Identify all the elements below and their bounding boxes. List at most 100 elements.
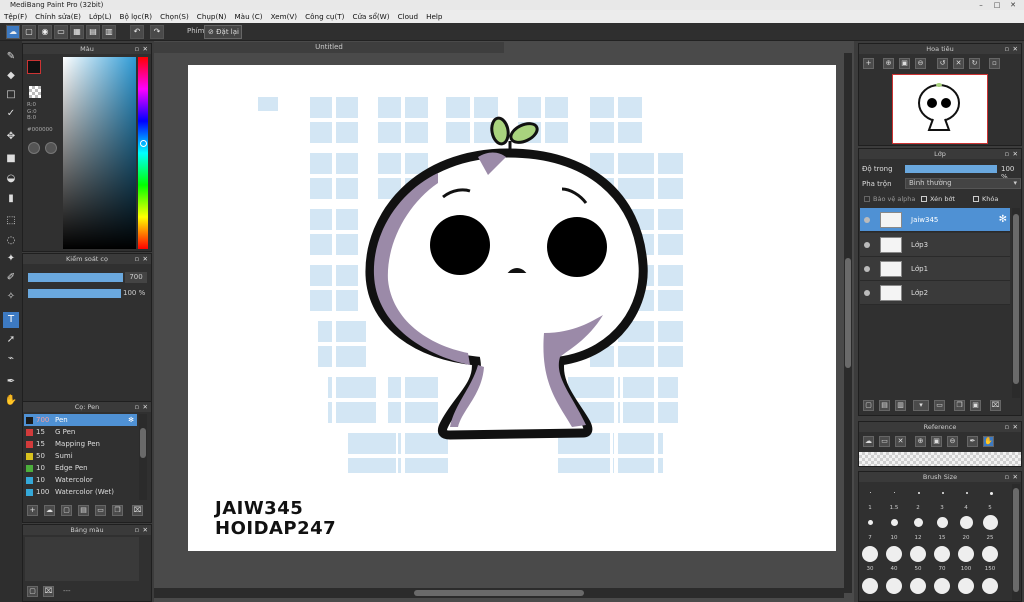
fill-rect-icon[interactable]: ■ xyxy=(3,151,19,167)
brush-size-dot[interactable] xyxy=(886,546,902,562)
zoom-in-2-icon[interactable]: ⊕ xyxy=(883,58,894,69)
open-folder-icon[interactable]: ▭ xyxy=(879,436,890,447)
magic-wand-icon[interactable]: ✦ xyxy=(3,251,19,267)
navigator-preview[interactable] xyxy=(892,74,988,144)
lasso-tool-icon[interactable]: ◌ xyxy=(3,233,19,249)
select-tool-icon[interactable]: ⬚ xyxy=(3,213,19,229)
brush-tool-icon[interactable]: ✎ xyxy=(3,49,19,65)
lock-checkbox[interactable] xyxy=(973,196,979,202)
close-icon[interactable]: ✕ xyxy=(1013,472,1018,482)
grid-2-icon[interactable]: ▤ xyxy=(86,25,100,39)
chat-icon[interactable]: ▭ xyxy=(54,25,68,39)
menu-window[interactable]: Cửa sổ(W) xyxy=(348,10,393,23)
new-layer-icon[interactable]: ▢ xyxy=(863,400,874,411)
brush-item[interactable]: 10 Edge Pen xyxy=(24,462,137,474)
minimize-button[interactable]: – xyxy=(974,0,988,10)
brush-size-dot[interactable] xyxy=(868,520,873,525)
brush-item[interactable]: 15 Mapping Pen xyxy=(24,438,137,450)
canvas-tab[interactable]: Untitled xyxy=(154,42,504,53)
brush-size-dot[interactable] xyxy=(958,578,974,594)
dropper-tool-icon[interactable]: ⌁ xyxy=(3,351,19,367)
popout-icon[interactable]: ▫ xyxy=(135,402,139,412)
color-wheel-icon[interactable] xyxy=(28,142,40,154)
close-icon[interactable]: ✕ xyxy=(1013,149,1018,159)
grid-icon[interactable]: ▦ xyxy=(70,25,84,39)
brush-size-dot[interactable] xyxy=(934,546,950,562)
close-icon[interactable]: ✕ xyxy=(143,254,148,264)
zoom-out-icon[interactable]: ⊖ xyxy=(915,58,926,69)
layer-item-lop1[interactable]: Lớp1 xyxy=(860,257,1010,281)
brush-item[interactable]: 50 Sumi xyxy=(24,450,137,462)
menu-help[interactable]: Help xyxy=(422,10,446,23)
gear-icon[interactable]: ✻ xyxy=(999,214,1007,225)
popout-icon[interactable]: ▫ xyxy=(1005,472,1009,482)
visibility-icon[interactable] xyxy=(864,242,870,248)
brush-size-value[interactable]: 700 xyxy=(125,272,147,283)
foreground-color-swatch[interactable] xyxy=(27,60,41,74)
new-layer-2-icon[interactable]: ▤ xyxy=(879,400,890,411)
select-eraser-icon[interactable]: ✧ xyxy=(3,289,19,305)
palette-swatch-area[interactable] xyxy=(25,537,139,581)
zoom-in-icon[interactable]: + xyxy=(863,58,874,69)
check-tool-icon[interactable]: ✓ xyxy=(3,106,19,122)
operation-tool-icon[interactable]: ➚ xyxy=(3,332,19,348)
brush-list-scrollbar[interactable] xyxy=(139,414,147,500)
visibility-icon[interactable] xyxy=(864,266,870,272)
brush-opacity-slider[interactable] xyxy=(28,289,121,298)
menu-file[interactable]: Tệp(F) xyxy=(0,10,31,23)
brush-size-dot[interactable] xyxy=(958,546,974,562)
trash-icon[interactable]: ⌧ xyxy=(990,400,1001,411)
brush-size-dot[interactable] xyxy=(982,578,998,594)
close-reference-icon[interactable]: ✕ xyxy=(895,436,906,447)
menu-select[interactable]: Chọn(S) xyxy=(156,10,193,23)
cloud-icon[interactable]: ☁ xyxy=(6,25,20,39)
brush-size-slider[interactable] xyxy=(28,273,123,282)
canvas-paper[interactable]: JAIW345 HOIDAP247 xyxy=(188,65,836,551)
brush-size-dot[interactable] xyxy=(910,546,926,562)
brush-size-dot[interactable] xyxy=(934,578,950,594)
fit-icon[interactable]: ▣ xyxy=(899,58,910,69)
new-palette-icon[interactable]: ▢ xyxy=(27,586,38,597)
text-tool-icon[interactable]: T xyxy=(3,312,19,328)
blend-mode-select[interactable]: Bình thường ▾ xyxy=(905,178,1021,189)
popout-icon[interactable]: ▫ xyxy=(1005,149,1009,159)
color-picker-icon[interactable] xyxy=(45,142,57,154)
maximize-button[interactable]: □ xyxy=(990,0,1004,10)
new-brush-icon[interactable]: ▢ xyxy=(61,505,72,516)
hue-slider[interactable] xyxy=(138,57,148,249)
layer-item-jaiw345[interactable]: Jaiw345 ✻ xyxy=(860,208,1010,232)
reset-button[interactable]: ⊘ Đặt lại xyxy=(204,25,242,39)
brush-size-dot[interactable] xyxy=(918,492,920,494)
cloud-brush-icon[interactable]: ☁ xyxy=(44,505,55,516)
layer-item-lop2[interactable]: Lớp2 xyxy=(860,281,1010,305)
brush-item[interactable]: 15 G Pen xyxy=(24,426,137,438)
layer-item-lop3[interactable]: Lớp3 xyxy=(860,233,1010,257)
brush-item[interactable]: 10 Watercolor xyxy=(24,474,137,486)
fit-icon[interactable]: ▣ xyxy=(931,436,942,447)
reset-view-icon[interactable]: ▫ xyxy=(989,58,1000,69)
rotate-left-icon[interactable]: ↺ xyxy=(937,58,948,69)
canvas-horizontal-scrollbar[interactable] xyxy=(154,588,844,598)
brush-item[interactable]: 700 Pen ✻ xyxy=(24,414,137,426)
hand-icon[interactable]: ✋ xyxy=(983,436,994,447)
visibility-icon[interactable] xyxy=(864,217,870,223)
merge-layer-icon[interactable]: ▣ xyxy=(970,400,981,411)
duplicate-icon[interactable]: ❐ xyxy=(112,505,123,516)
rotate-right-icon[interactable]: ↻ xyxy=(969,58,980,69)
menu-snap[interactable]: Chụp(N) xyxy=(193,10,231,23)
brush-size-dot[interactable] xyxy=(910,578,926,594)
comment-icon[interactable]: ◉ xyxy=(38,25,52,39)
zoom-in-icon[interactable]: ⊕ xyxy=(915,436,926,447)
new-layer-3-icon[interactable]: ▥ xyxy=(895,400,906,411)
zoom-out-icon[interactable]: ⊖ xyxy=(947,436,958,447)
folder-icon[interactable]: ▭ xyxy=(95,505,106,516)
brush-size-dot[interactable] xyxy=(937,517,948,528)
move-tool-icon[interactable]: ✥ xyxy=(3,129,19,145)
brush-size-dot[interactable] xyxy=(960,516,973,529)
close-icon[interactable]: ✕ xyxy=(1013,422,1018,432)
brush-item[interactable]: 100 Watercolor (Wet) xyxy=(24,486,137,498)
menu-color[interactable]: Màu (C) xyxy=(230,10,266,23)
popout-icon[interactable]: ▫ xyxy=(1005,422,1009,432)
reference-preview[interactable] xyxy=(859,452,1021,466)
eraser-tool-icon[interactable]: ◆ xyxy=(3,68,19,84)
